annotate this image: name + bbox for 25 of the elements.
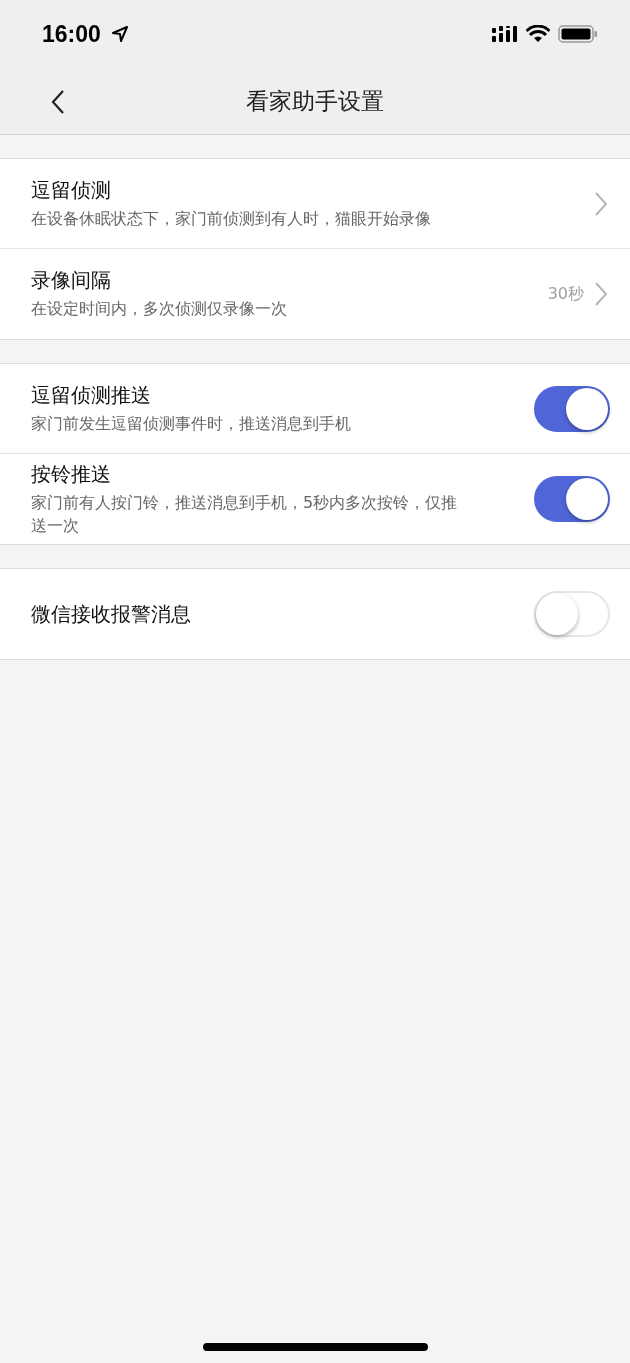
page-title: 看家助手设置 — [246, 86, 384, 116]
toggle-switch[interactable] — [534, 476, 610, 522]
chevron-right-icon — [594, 281, 608, 307]
location-arrow-icon — [110, 25, 129, 43]
setting-title: 按铃推送 — [31, 461, 112, 489]
toggle-switch[interactable] — [534, 385, 610, 432]
setting-value: 30秒 — [547, 283, 584, 305]
setting-title: 逗留侦测 — [31, 176, 112, 204]
settings-row[interactable]: 微信接收报警消息 — [0, 569, 630, 659]
setting-title: 逗留侦测推送 — [31, 381, 152, 409]
chevron-right-icon — [594, 190, 608, 217]
settings-row[interactable]: 逗留侦测推送 家门前发生逗留侦测事件时，推送消息到手机 — [0, 364, 630, 454]
settings-row[interactable]: 录像间隔 在设定时间内，多次侦测仅录像一次 30秒 — [0, 249, 630, 339]
setting-description: 家门前发生逗留侦测事件时，推送消息到手机 — [31, 412, 352, 435]
signal-icon — [492, 26, 518, 42]
setting-description: 在设定时间内，多次侦测仅录像一次 — [31, 298, 288, 321]
settings-row[interactable]: 按铃推送 家门前有人按门铃，推送消息到手机，5秒内多次按铃，仅推送一次 — [0, 454, 630, 544]
status-time: 16:00 — [42, 20, 101, 48]
battery-icon — [558, 24, 598, 44]
wifi-icon — [526, 25, 550, 43]
settings-row[interactable]: 逗留侦测 在设备休眠状态下，家门前侦测到有人时，猫眼开始录像 — [0, 159, 630, 249]
setting-title: 微信接收报警消息 — [31, 600, 192, 628]
setting-description: 在设备休眠状态下，家门前侦测到有人时，猫眼开始录像 — [31, 207, 432, 230]
setting-description: 家门前有人按门铃，推送消息到手机，5秒内多次按铃，仅推送一次 — [31, 492, 459, 537]
setting-title: 录像间隔 — [31, 267, 112, 295]
